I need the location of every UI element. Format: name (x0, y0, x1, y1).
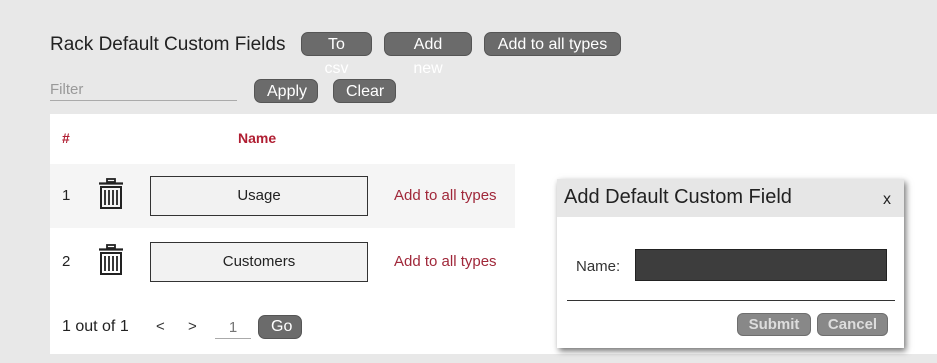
submit-button[interactable]: Submit (737, 313, 811, 336)
field-name-box[interactable]: Usage (150, 176, 368, 216)
apply-button[interactable]: Apply (254, 79, 318, 103)
trash-icon[interactable] (98, 244, 124, 276)
add-new-button[interactable]: Add new (384, 32, 472, 77)
add-to-all-types-link[interactable]: Add to all types (394, 187, 497, 204)
trash-icon[interactable] (98, 178, 124, 210)
add-custom-field-dialog: Add Default Custom Field x Name: Submit … (557, 179, 904, 348)
table-row: 1 Usage Add to all types (50, 164, 515, 228)
add-to-all-types-link[interactable]: Add to all types (394, 253, 497, 270)
cancel-button[interactable]: Cancel (817, 313, 888, 336)
clear-button[interactable]: Clear (333, 79, 396, 103)
page-title: Rack Default Custom Fields (50, 34, 286, 55)
divider (567, 300, 895, 301)
name-label: Name: (576, 258, 621, 275)
column-header-name: Name (238, 130, 277, 146)
row-number: 1 (62, 187, 71, 204)
to-csv-button[interactable]: To csv (301, 32, 372, 77)
dialog-header: Add Default Custom Field x (557, 179, 904, 217)
add-to-all-types-button[interactable]: Add to all types (484, 32, 621, 56)
table-row: 2 Customers Add to all types (50, 230, 515, 294)
filter-input[interactable] (50, 78, 237, 101)
field-name-box[interactable]: Customers (150, 242, 368, 282)
pager-summary: 1 out of 1 (62, 318, 129, 335)
name-field[interactable] (635, 249, 887, 281)
next-page-button[interactable]: > (188, 318, 197, 335)
column-header-number: # (62, 130, 70, 146)
row-number: 2 (62, 253, 71, 270)
go-button[interactable]: Go (258, 315, 302, 339)
prev-page-button[interactable]: < (156, 318, 165, 335)
close-button[interactable]: x (883, 191, 891, 209)
page-number-input[interactable] (215, 316, 251, 339)
dialog-title: Add Default Custom Field (564, 186, 792, 208)
